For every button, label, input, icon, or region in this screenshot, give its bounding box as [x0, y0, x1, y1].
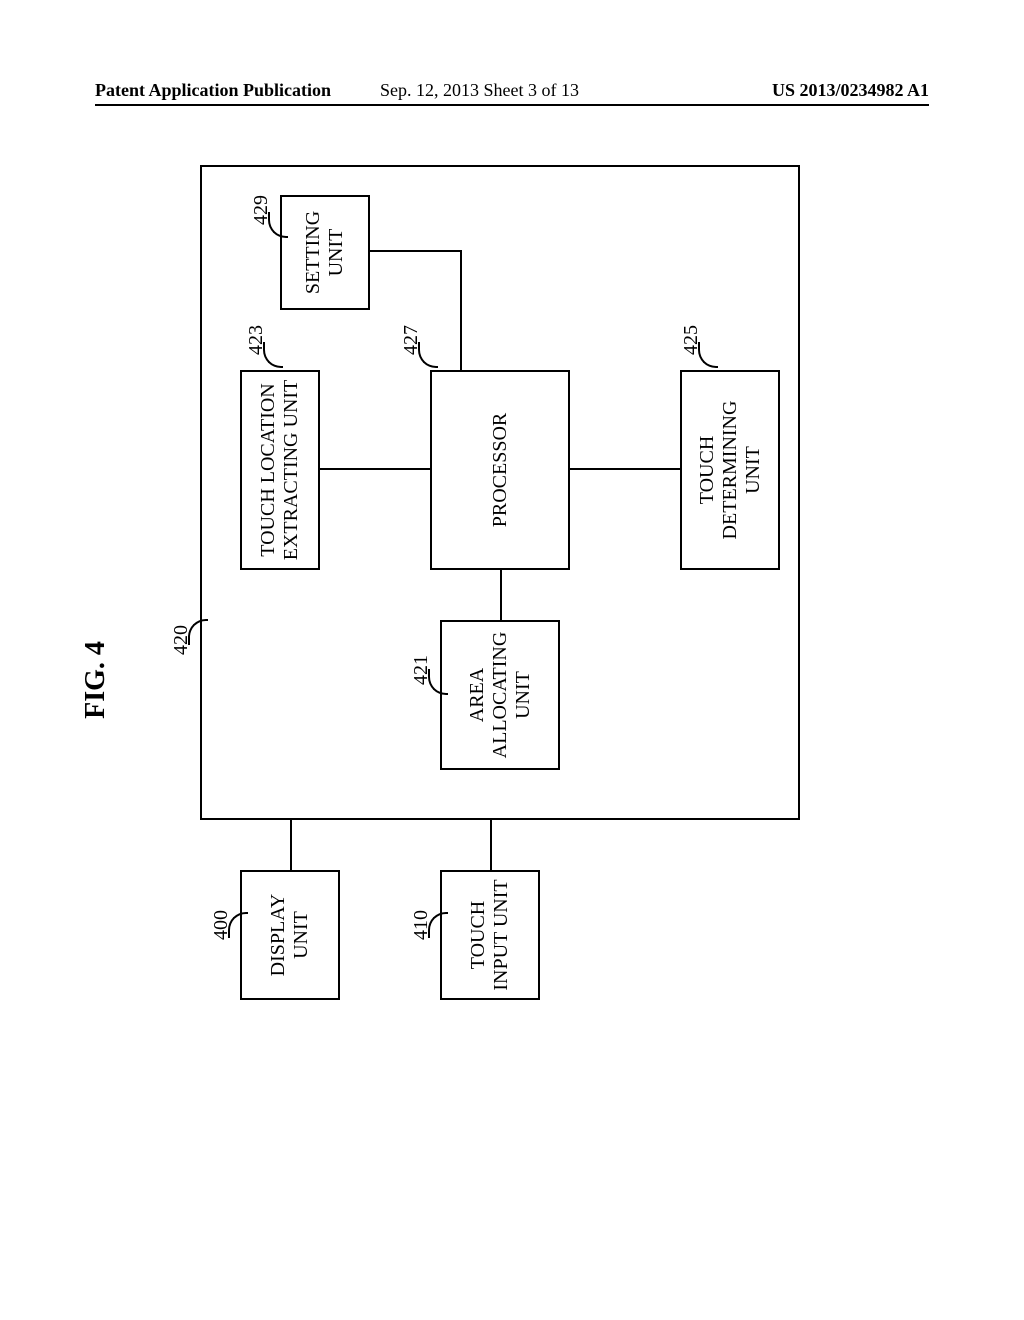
display-unit-label: DISPLAY UNIT [267, 894, 313, 977]
touch-location-extracting-unit-label: TOUCH LOCATION EXTRACTING UNIT [257, 380, 303, 561]
processor-label: PROCESSOR [489, 413, 512, 528]
conn-touchinput-main [490, 820, 492, 870]
header-left: Patent Application Publication [95, 80, 331, 101]
conn-display-main [290, 820, 292, 870]
touch-location-extracting-unit-box: TOUCH LOCATION EXTRACTING UNIT [240, 370, 320, 570]
header-rule [95, 104, 929, 106]
figure-title: FIG. 4 [80, 641, 112, 719]
touch-input-label: TOUCH INPUT UNIT [467, 879, 513, 990]
conn-areaalloc-processor [500, 570, 502, 620]
touch-determining-unit-box: TOUCH DETERMINING UNIT [680, 370, 780, 570]
display-unit-box: DISPLAY UNIT [240, 870, 340, 1000]
conn-processor-setting-v [370, 250, 462, 252]
touch-input-box: TOUCH INPUT UNIT [440, 870, 540, 1000]
touch-determining-unit-label: TOUCH DETERMINING UNIT [696, 401, 765, 540]
header-center: Sep. 12, 2013 Sheet 3 of 13 [380, 80, 579, 101]
conn-processor-setting-h [460, 250, 462, 370]
area-allocating-unit-label: AREA ALLOCATING UNIT [466, 632, 535, 759]
setting-unit-box: SETTING UNIT [280, 195, 370, 310]
conn-processor-touchdet [570, 468, 680, 470]
page: Patent Application Publication Sep. 12, … [0, 0, 1024, 1320]
header-right: US 2013/0234982 A1 [772, 80, 929, 101]
area-allocating-unit-box: AREA ALLOCATING UNIT [440, 620, 560, 770]
processor-box: PROCESSOR [430, 370, 570, 570]
setting-unit-label: SETTING UNIT [302, 211, 348, 294]
figure-4: FIG. 4 DISPLAY UNIT TOUCH INPUT UNIT ARE… [20, 310, 1000, 1050]
lead-420 [188, 619, 208, 645]
conn-touchloc-processor [320, 468, 430, 470]
